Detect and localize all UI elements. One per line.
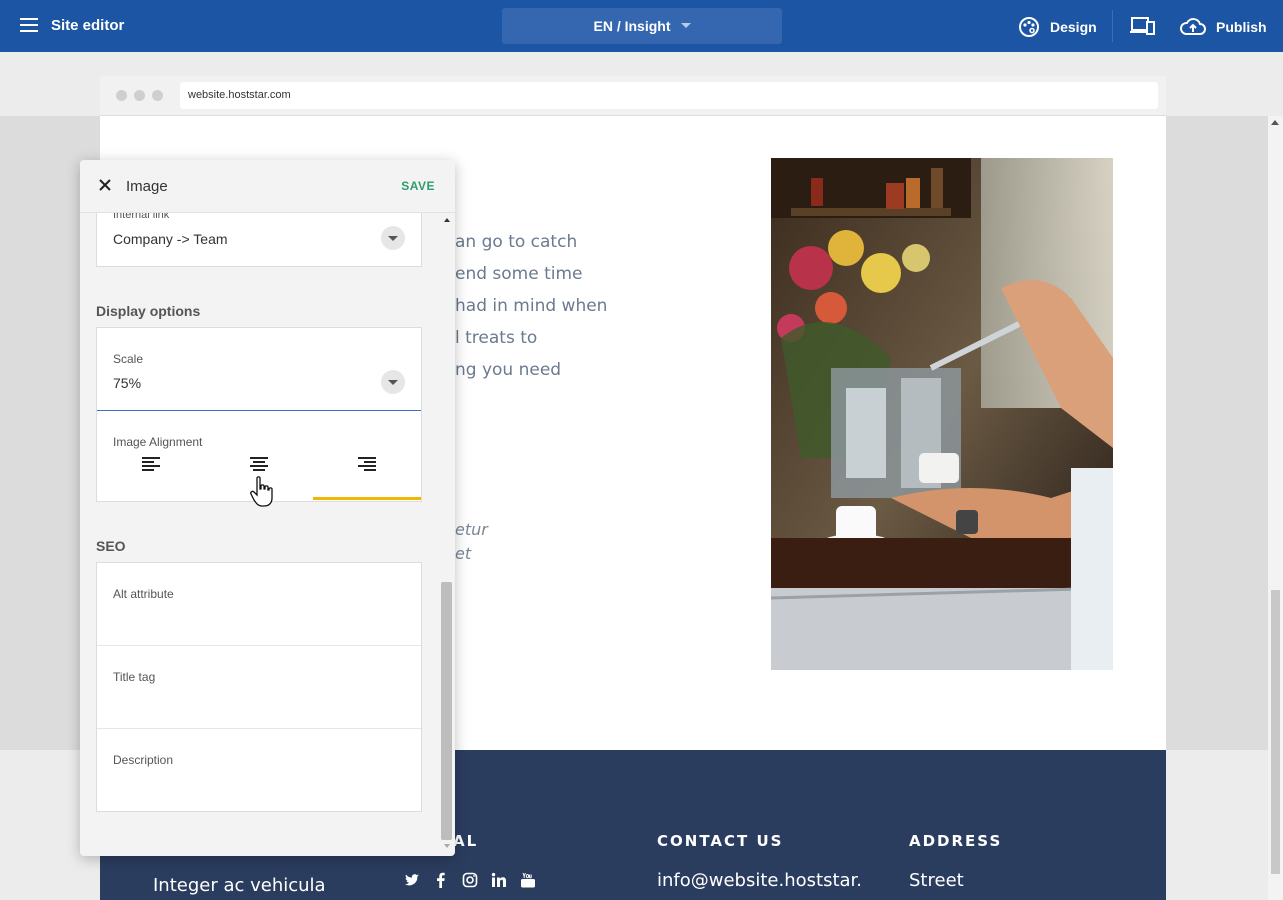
device-preview-button[interactable] xyxy=(1130,16,1156,41)
url-bar: website.hoststar.com xyxy=(180,82,1158,109)
align-left-icon[interactable] xyxy=(142,457,162,475)
language-page-label: EN / Insight xyxy=(593,18,671,34)
seo-title: SEO xyxy=(96,538,126,554)
scale-label: Scale xyxy=(113,352,144,366)
save-button[interactable]: SAVE xyxy=(401,179,435,193)
alt-attribute-field[interactable]: Alt attribute xyxy=(97,563,421,646)
instagram-icon[interactable] xyxy=(462,872,478,888)
hamburger-menu-icon[interactable] xyxy=(20,18,38,32)
panel-scrollbar[interactable] xyxy=(440,213,455,856)
alignment-selected-indicator xyxy=(313,497,421,500)
title-tag-field[interactable]: Title tag xyxy=(97,646,421,729)
image-alignment-label: Image Alignment xyxy=(113,435,203,449)
close-icon[interactable] xyxy=(98,178,112,192)
youtube-icon[interactable] xyxy=(520,872,536,888)
internal-link-value: Company -> Team xyxy=(113,231,228,247)
scale-value[interactable]: 75% xyxy=(113,375,141,391)
body-line: ng you need xyxy=(455,360,562,380)
publish-label: Publish xyxy=(1216,19,1267,35)
caret-down-icon xyxy=(680,22,691,28)
panel-header: Image SAVE xyxy=(80,160,455,213)
palette-icon xyxy=(1019,17,1039,37)
body-line: an go to catch xyxy=(455,232,578,252)
scroll-up-icon[interactable] xyxy=(1271,120,1279,125)
alt-attribute-label: Alt attribute xyxy=(113,587,174,601)
top-bar: Site editor EN / Insight Design Publish xyxy=(0,0,1283,52)
seo-card: Alt attribute Title tag Description xyxy=(96,562,422,812)
chevron-down-icon[interactable] xyxy=(381,370,405,394)
body-paragraph[interactable]: an go to catch end some time had in mind… xyxy=(455,226,607,386)
design-button[interactable]: Design xyxy=(1018,15,1097,39)
footer-street: Street xyxy=(909,870,964,891)
body-line: end some time xyxy=(455,264,583,284)
social-links xyxy=(404,872,536,888)
language-page-select[interactable]: EN / Insight xyxy=(502,8,782,44)
design-label: Design xyxy=(1050,19,1097,35)
footer-email[interactable]: info@website.hoststar. xyxy=(657,870,862,891)
panel-scrollbar-thumb[interactable] xyxy=(441,582,452,840)
scroll-up-icon[interactable] xyxy=(444,218,450,222)
twitter-icon[interactable] xyxy=(404,872,420,888)
display-options-title: Display options xyxy=(96,303,201,319)
canvas-scrollbar[interactable] xyxy=(1268,116,1283,900)
description-field[interactable]: Description xyxy=(97,729,421,812)
body-line: l treats to xyxy=(455,328,538,348)
italic-line: etur xyxy=(455,520,488,539)
facebook-icon[interactable] xyxy=(433,872,449,888)
window-dot-icon xyxy=(134,90,145,101)
panel-title: Image xyxy=(126,178,168,195)
title-tag-label: Title tag xyxy=(113,670,156,684)
hand-cursor-icon xyxy=(250,476,273,507)
browser-chrome: website.hoststar.com xyxy=(100,76,1166,116)
description-label: Description xyxy=(113,753,174,767)
window-dot-icon xyxy=(152,90,163,101)
body-line: had in mind when xyxy=(455,296,608,316)
align-center-icon[interactable] xyxy=(250,457,270,475)
align-right-icon[interactable] xyxy=(358,457,378,475)
footer-address-title: ADDRESS xyxy=(909,832,1003,850)
canvas-scrollbar-thumb[interactable] xyxy=(1271,590,1280,874)
image-settings-panel: Image SAVE Internal link Company -> Team… xyxy=(80,160,455,856)
app-title: Site editor xyxy=(51,17,125,34)
scroll-down-icon[interactable] xyxy=(444,844,450,848)
toolbar-divider xyxy=(1112,10,1113,42)
window-dot-icon xyxy=(116,90,127,101)
devices-icon xyxy=(1130,17,1155,35)
scale-underline xyxy=(97,410,421,411)
publish-button[interactable]: Publish xyxy=(1180,15,1267,39)
italic-paragraph[interactable]: etur et xyxy=(455,518,488,566)
footer-contact-title: CONTACT US xyxy=(657,832,784,850)
chevron-down-icon[interactable] xyxy=(381,226,405,250)
barista-coffee-image[interactable] xyxy=(771,158,1113,670)
linkedin-icon[interactable] xyxy=(491,872,507,888)
footer-intro-text: Integer ac vehicula xyxy=(153,875,326,896)
cloud-upload-icon xyxy=(1180,18,1206,35)
italic-line: et xyxy=(455,544,472,563)
footer-social-title: AL xyxy=(453,832,479,850)
